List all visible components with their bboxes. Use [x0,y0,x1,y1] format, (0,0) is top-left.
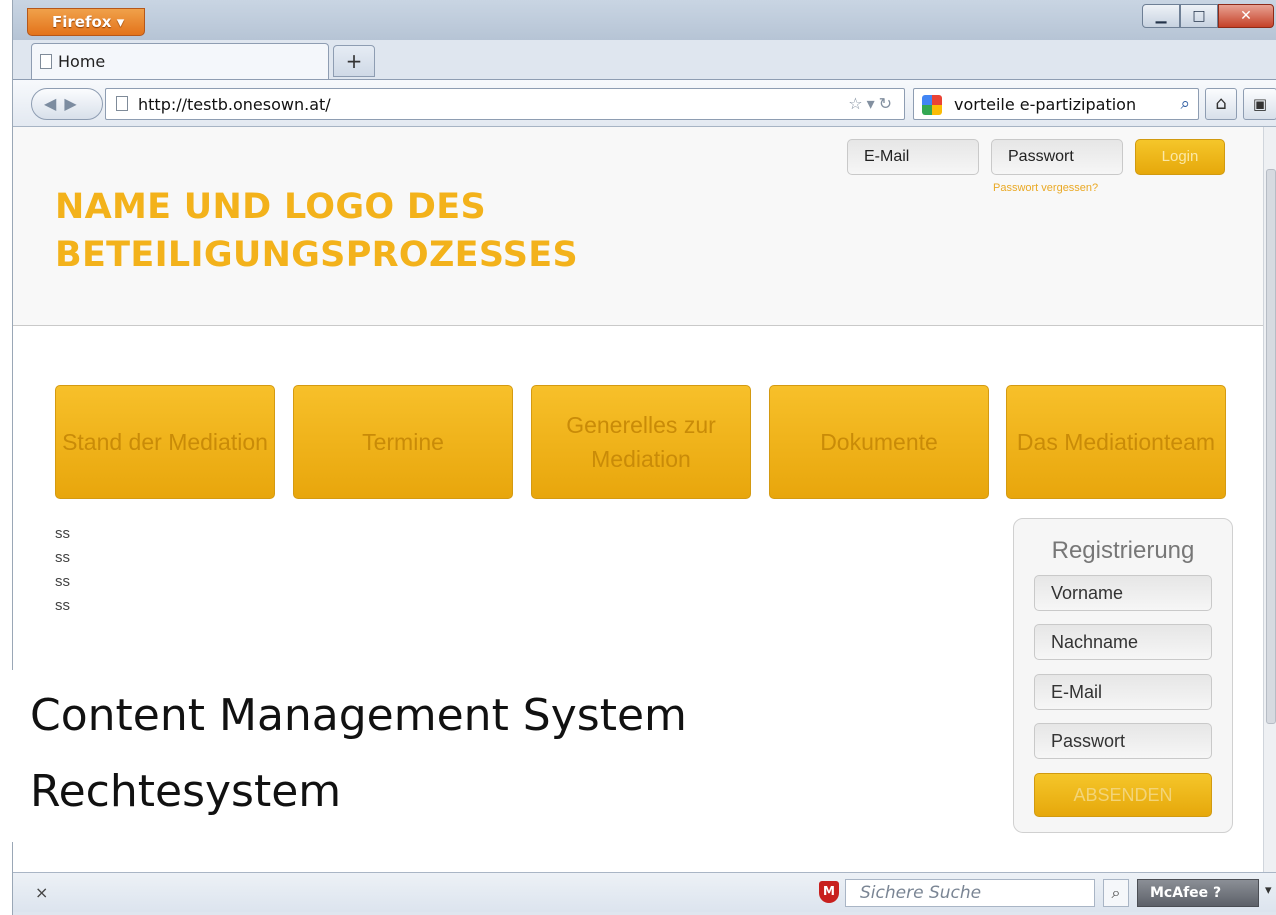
window-controls: ▁ □ ✕ [1142,4,1274,28]
bookmark-star-icon[interactable]: ☆ [848,94,866,113]
secure-search-icon[interactable]: ⌕ [1103,879,1129,907]
chevron-down-icon[interactable]: ▾ [1265,883,1272,898]
back-forward-buttons[interactable]: ◀▶ [31,88,103,120]
login-button[interactable]: Login [1135,139,1225,175]
tab-home[interactable]: Home [31,43,329,79]
content-line: ss [55,597,70,614]
nav-tile-dokumente[interactable]: Dokumente [769,385,989,499]
slide-overlay: Content Management System Rechtesystem [0,670,760,842]
firefox-menu-label: Firefox [52,13,112,31]
close-status-icon[interactable]: × [35,883,48,902]
site-header: NAME UND LOGO DES BETEILIGUNGSPROZESSES … [13,127,1263,326]
register-password-input[interactable]: Passwort [1034,723,1212,759]
nav-tile-team[interactable]: Das Mediationteam [1006,385,1226,499]
login-password-input[interactable]: Passwort [991,139,1123,175]
login-email-placeholder: E-Mail [864,148,910,165]
content-text: ss ss ss ss [55,522,70,618]
register-email-input[interactable]: E-Mail [1034,674,1212,710]
nav-tile-generelles[interactable]: Generelles zur Mediation [531,385,751,499]
scrollbar-thumb[interactable] [1266,169,1276,724]
nav-tile-termine[interactable]: Termine [293,385,513,499]
registration-title: Registrierung [1051,537,1195,564]
url-text: http://testb.onesown.at/ [138,95,331,114]
status-bar: × M Sichere Suche ⌕ McAfee ? ▾ [13,872,1276,912]
mcafee-label: McAfee [1150,885,1209,901]
new-tab-button[interactable]: + [333,45,375,77]
overlay-line-cms: Content Management System [30,690,687,741]
content-line: ss [55,549,70,566]
register-password-placeholder: Passwort [1051,731,1126,751]
last-name-placeholder: Nachname [1051,632,1139,652]
content-line: ss [55,573,70,590]
nav-tile-label: Termine [362,429,444,455]
submit-button[interactable]: ABSENDEN [1034,773,1212,817]
first-name-input[interactable]: Vorname [1034,575,1212,611]
plus-icon: + [345,49,363,73]
close-icon[interactable]: ✕ [1218,4,1274,28]
forward-arrow-icon[interactable]: ▶ [64,94,84,113]
login-password-placeholder: Passwort [1008,148,1074,165]
page-icon [116,96,128,111]
content-line: ss [55,525,70,542]
minimize-icon[interactable]: ▁ [1142,4,1180,28]
secure-search-placeholder: Sichere Suche [860,883,982,903]
home-icon[interactable]: ⌂ [1205,88,1237,120]
dropdown-arrow-icon[interactable]: ▾ [867,94,879,113]
last-name-input[interactable]: Nachname [1034,624,1212,660]
mcafee-button[interactable]: McAfee ? [1137,879,1259,907]
maximize-icon[interactable]: □ [1180,4,1218,28]
nav-tile-label: Stand der Mediation [62,429,268,455]
chevron-down-icon: ▾ [116,13,125,31]
navigation-toolbar: ◀▶ http://testb.onesown.at/ ☆▾↻ vorteile… [13,79,1276,127]
back-arrow-icon[interactable]: ◀ [44,94,64,113]
nav-tile-stand[interactable]: Stand der Mediation [55,385,275,499]
first-name-placeholder: Vorname [1051,583,1124,603]
help-icon: ? [1213,885,1222,901]
search-text: vorteile e-partizipation [954,95,1137,114]
mcafee-shield-icon[interactable]: M [819,881,839,903]
reload-icon[interactable]: ↻ [879,94,896,113]
site-logo: NAME UND LOGO DES BETEILIGUNGSPROZESSES [55,187,578,275]
registration-panel: Registrierung Vorname Nachname E-Mail Pa… [1013,518,1233,833]
forgot-password-link[interactable]: Passwort vergessen? [993,182,1098,194]
page-icon [40,54,52,69]
addon-icon[interactable]: ▣ [1243,88,1276,120]
overlay-line-rights: Rechtesystem [30,766,342,817]
search-bar[interactable]: vorteile e-partizipation ⌕ [913,88,1199,120]
nav-tile-label: Dokumente [820,429,938,455]
url-bar[interactable]: http://testb.onesown.at/ ☆▾↻ [105,88,905,120]
search-icon[interactable]: ⌕ [1180,94,1190,114]
firefox-menu-button[interactable]: Firefox ▾ [27,8,145,36]
nav-tile-label: Generelles zur Mediation [566,412,716,472]
title-bar: Firefox ▾ ▁ □ ✕ [13,0,1276,40]
vertical-scrollbar[interactable] [1263,127,1276,872]
secure-search-input[interactable]: Sichere Suche [845,879,1095,907]
nav-tile-label: Das Mediationteam [1016,429,1216,455]
register-email-placeholder: E-Mail [1051,682,1103,702]
tab-title: Home [58,52,106,71]
login-email-input[interactable]: E-Mail [847,139,979,175]
google-icon[interactable] [922,95,942,115]
